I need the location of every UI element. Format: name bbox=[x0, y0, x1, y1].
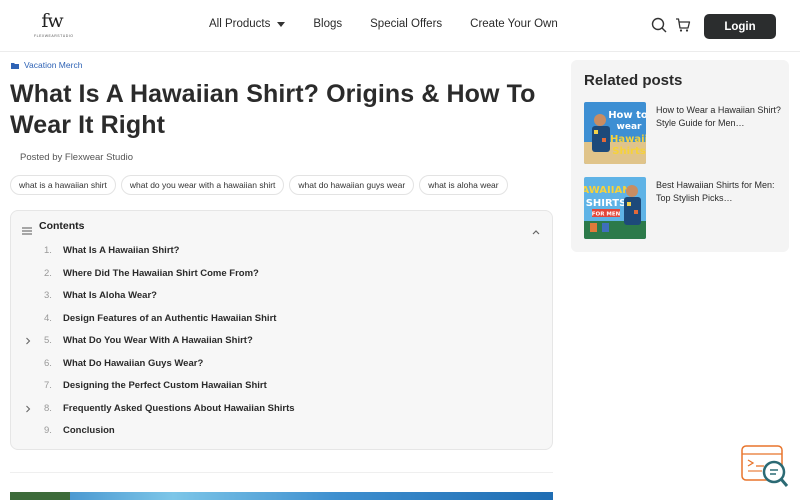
related-posts-title: Related posts bbox=[584, 72, 683, 89]
floating-assistant-button[interactable] bbox=[740, 444, 790, 490]
toc-item[interactable]: 8. Frequently Asked Questions About Hawa… bbox=[11, 403, 552, 421]
related-post-card[interactable]: How to wear Hawaii Shirts How to Wear a … bbox=[584, 102, 784, 164]
toc-item-number: 3. bbox=[44, 290, 52, 301]
thumb-text: How to bbox=[608, 110, 646, 121]
toc-item-number: 6. bbox=[44, 358, 52, 369]
cart-icon[interactable] bbox=[675, 17, 691, 38]
nav-all-products[interactable]: All Products bbox=[209, 18, 286, 30]
post-author: Posted by Flexwear Studio bbox=[20, 152, 134, 163]
thumb-text: Shirts bbox=[612, 146, 645, 157]
toc-item[interactable]: 4. Design Features of an Authentic Hawai… bbox=[11, 313, 552, 331]
thumb-text: SHIRTS bbox=[586, 198, 627, 209]
toc-item[interactable]: 1. What Is A Hawaiian Shirt? bbox=[11, 245, 552, 263]
toc-item-label: What Do You Wear With A Hawaiian Shirt? bbox=[63, 335, 253, 346]
tag-chip[interactable]: what is a hawaiian shirt bbox=[10, 175, 116, 195]
thumb-text: AWAIIAN bbox=[584, 185, 631, 196]
thumb-text: Hawaii bbox=[610, 134, 646, 145]
toc-item[interactable]: 7. Designing the Perfect Custom Hawaiian… bbox=[11, 380, 552, 398]
related-post-title: How to Wear a Hawaiian Shirt? Style Guid… bbox=[656, 105, 781, 128]
search-chat-icon bbox=[741, 445, 789, 487]
logo-subtext: FLEXWEARSTUDIO bbox=[34, 34, 74, 38]
nav-special-offers-label: Special Offers bbox=[370, 18, 443, 30]
toc-item[interactable]: 9. Conclusion bbox=[11, 425, 552, 443]
chevron-right-icon[interactable] bbox=[25, 337, 31, 348]
nav-create-your-own-label: Create Your Own bbox=[470, 18, 558, 30]
page-title: What Is A Hawaiian Shirt? Origins & How … bbox=[10, 80, 536, 139]
site-logo[interactable]: FW FLEXWEARSTUDIO bbox=[34, 10, 74, 38]
toc-item-label: Design Features of an Authentic Hawaiian… bbox=[63, 313, 277, 324]
toc-item-number: 2. bbox=[44, 268, 52, 279]
toc-title: Contents bbox=[39, 220, 85, 232]
toc-item-number: 5. bbox=[44, 335, 52, 346]
toc-item-number: 4. bbox=[44, 313, 52, 324]
thumb-text: wear bbox=[617, 122, 642, 132]
site-header: FW FLEXWEARSTUDIO All Products Blogs Spe… bbox=[0, 0, 800, 52]
toc-item-label: Where Did The Hawaiian Shirt Come From? bbox=[63, 268, 259, 279]
login-button[interactable]: Login bbox=[704, 14, 776, 39]
hero-image bbox=[10, 492, 553, 500]
toc-item-label: Conclusion bbox=[63, 425, 115, 436]
main-nav: All Products Blogs Special Offers Create… bbox=[209, 18, 586, 30]
toc-item-number: 1. bbox=[44, 245, 52, 256]
toc-item-number: 7. bbox=[44, 380, 52, 391]
toc-item-label: What Is Aloha Wear? bbox=[63, 290, 157, 301]
chevron-up-icon[interactable] bbox=[532, 222, 540, 240]
chevron-right-icon[interactable] bbox=[25, 405, 31, 416]
post-thumbnail: AWAIIAN SHIRTS FOR MEN bbox=[584, 177, 646, 239]
logo-mark: FW bbox=[41, 10, 63, 32]
tag-chip[interactable]: what do you wear with a hawaiian shirt bbox=[120, 175, 285, 195]
nav-special-offers[interactable]: Special Offers bbox=[370, 18, 442, 30]
toc-item-label: What Is A Hawaiian Shirt? bbox=[63, 245, 180, 256]
related-post-card[interactable]: AWAIIAN SHIRTS FOR MEN Best Hawaiian Shi… bbox=[584, 177, 784, 239]
toc-item[interactable]: 6. What Do Hawaiian Guys Wear? bbox=[11, 358, 552, 376]
toc-item[interactable]: 2. Where Did The Hawaiian Shirt Come Fro… bbox=[11, 268, 552, 286]
tag-list: what is a hawaiian shirt what do you wea… bbox=[10, 175, 513, 195]
toc-item[interactable]: 5. What Do You Wear With A Hawaiian Shir… bbox=[11, 335, 552, 353]
search-icon[interactable] bbox=[651, 17, 667, 38]
toc-header[interactable]: Contents bbox=[11, 211, 552, 241]
toc-item[interactable]: 3. What Is Aloha Wear? bbox=[11, 290, 552, 308]
nav-blogs[interactable]: Blogs bbox=[313, 18, 342, 30]
toc-item-number: 9. bbox=[44, 425, 52, 436]
category-label: Vacation Merch bbox=[24, 60, 83, 70]
list-icon bbox=[22, 222, 32, 240]
section-divider bbox=[10, 472, 553, 473]
tag-chip[interactable]: what is aloha wear bbox=[419, 175, 508, 195]
toc-item-number: 8. bbox=[44, 403, 52, 414]
nav-all-products-label: All Products bbox=[209, 18, 271, 30]
nav-blogs-label: Blogs bbox=[313, 18, 343, 30]
nav-create-your-own[interactable]: Create Your Own bbox=[470, 18, 558, 30]
table-of-contents: Contents 1. What Is A Hawaiian Shirt? 2.… bbox=[10, 210, 553, 450]
thumb-text: FOR MEN bbox=[592, 212, 621, 218]
caret-down-icon bbox=[277, 21, 286, 27]
folder-icon bbox=[11, 62, 19, 69]
toc-item-label: Frequently Asked Questions About Hawaiia… bbox=[63, 403, 295, 414]
related-post-title: Best Hawaiian Shirts for Men: Top Stylis… bbox=[656, 180, 775, 203]
category-link[interactable]: Vacation Merch bbox=[11, 60, 82, 70]
toc-item-label: What Do Hawaiian Guys Wear? bbox=[63, 358, 204, 369]
toc-item-label: Designing the Perfect Custom Hawaiian Sh… bbox=[63, 380, 267, 391]
post-thumbnail: How to wear Hawaii Shirts bbox=[584, 102, 646, 164]
related-posts-panel: Related posts How to wear Hawaii Shirts … bbox=[571, 60, 789, 252]
tag-chip[interactable]: what do hawaiian guys wear bbox=[289, 175, 415, 195]
